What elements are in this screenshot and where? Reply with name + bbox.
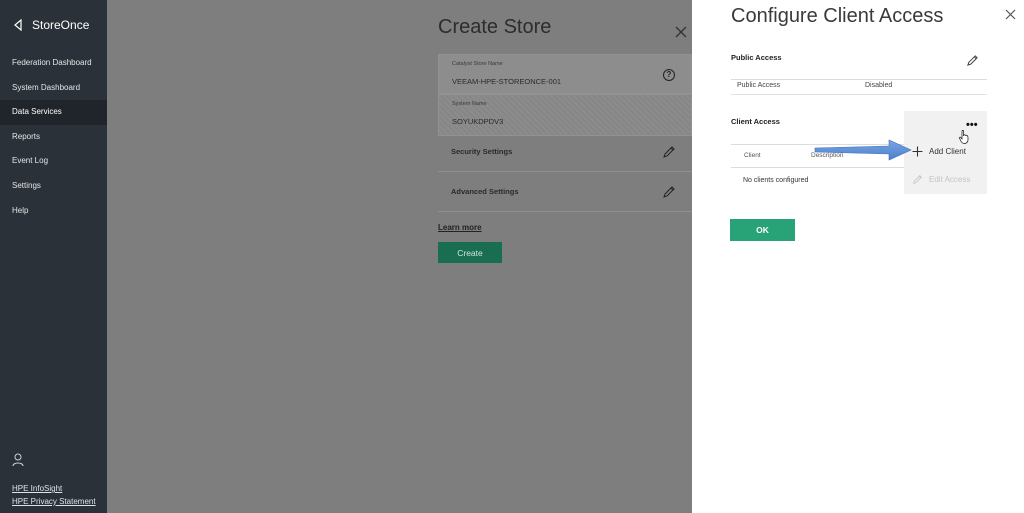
plus-icon <box>912 146 923 157</box>
sidebar-item-system-dashboard[interactable]: System Dashboard <box>0 76 107 101</box>
divider <box>731 79 987 80</box>
sidebar-item-event-log[interactable]: Event Log <box>0 149 107 174</box>
close-icon[interactable] <box>1005 9 1016 20</box>
client-access-heading: Client Access <box>731 117 780 126</box>
column-header-client[interactable]: Client <box>744 152 761 159</box>
sidebar-item-help[interactable]: Help <box>0 199 107 224</box>
privacy-statement-link[interactable]: HPE Privacy Statement <box>12 495 96 508</box>
divider <box>731 94 987 95</box>
create-store-title: Create Store <box>438 16 552 38</box>
brand[interactable]: StoreOnce <box>14 18 89 32</box>
advanced-settings-row: Advanced Settings <box>438 172 692 212</box>
edit-access-menu-item[interactable]: Edit Access <box>912 174 970 185</box>
sidebar-item-settings[interactable]: Settings <box>0 174 107 199</box>
catalyst-store-name-value: VEEAM-HPE-STOREONCE-001 <box>452 77 562 86</box>
security-settings-row: Security Settings <box>438 132 692 172</box>
advanced-settings-label: Advanced Settings <box>451 187 519 196</box>
user-icon[interactable] <box>12 453 24 467</box>
arrow-icon <box>814 139 912 161</box>
pencil-icon[interactable] <box>966 54 979 67</box>
sidebar-item-reports[interactable]: Reports <box>0 125 107 150</box>
edit-access-label: Edit Access <box>929 175 971 184</box>
brand-label: StoreOnce <box>32 18 90 32</box>
sidebar-item-data-services[interactable]: Data Services <box>0 100 107 125</box>
system-name-field: System Name SOYUKDPDV3 <box>438 94 692 136</box>
configure-client-access-panel: Configure Client Access Public Access Pu… <box>692 0 1024 513</box>
panel-title: Configure Client Access <box>731 5 944 27</box>
pencil-icon[interactable] <box>662 145 676 159</box>
learn-more-link[interactable]: Learn more <box>438 223 482 232</box>
catalyst-store-name-field[interactable]: Catalyst Store Name VEEAM-HPE-STOREONCE-… <box>438 54 692 94</box>
help-icon[interactable]: ? <box>663 69 675 81</box>
catalyst-store-name-label: Catalyst Store Name <box>452 61 503 67</box>
add-client-label: Add Client <box>929 147 966 156</box>
footer-links: HPE InfoSight HPE Privacy Statement <box>12 482 96 508</box>
system-name-label: System Name <box>452 101 487 107</box>
public-access-label: Public Access <box>737 82 781 89</box>
close-icon[interactable] <box>674 25 688 39</box>
hand-cursor-icon <box>959 130 969 144</box>
system-name-value: SOYUKDPDV3 <box>452 117 504 126</box>
sidebar-item-federation-dashboard[interactable]: Federation Dashboard <box>0 51 107 76</box>
sidebar: StoreOnce Federation Dashboard System Da… <box>0 0 107 513</box>
public-access-value: Disabled <box>865 82 893 89</box>
pencil-icon[interactable] <box>662 185 676 199</box>
sidebar-nav: Federation Dashboard System Dashboard Da… <box>0 51 107 223</box>
pencil-icon <box>912 175 922 185</box>
empty-message: No clients configured <box>743 177 809 184</box>
add-client-menu-item[interactable]: Add Client <box>912 146 966 157</box>
create-button[interactable]: Create <box>438 242 502 263</box>
security-settings-label: Security Settings <box>451 147 513 156</box>
infosight-link[interactable]: HPE InfoSight <box>12 482 96 495</box>
back-chevron-icon <box>14 19 22 31</box>
public-access-heading: Public Access <box>731 53 782 62</box>
ok-button[interactable]: OK <box>730 219 795 241</box>
actions-menu: ••• Add Client Edit Access <box>904 111 987 194</box>
